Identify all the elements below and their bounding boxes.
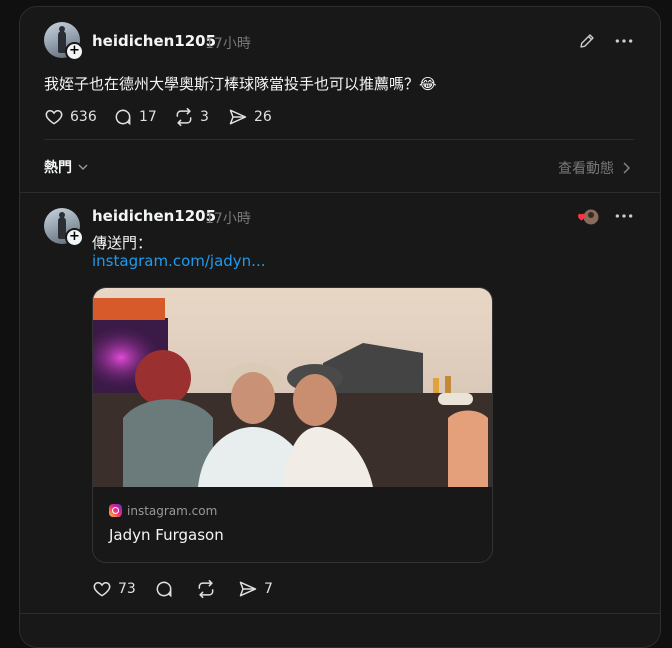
repost-icon [176, 107, 192, 127]
post-time[interactable]: 17小時 [205, 33, 251, 53]
comment-button[interactable]: 17 [113, 107, 157, 127]
comment-button[interactable] [154, 579, 174, 599]
repost-button[interactable]: 3 [174, 107, 209, 127]
like-button[interactable]: 73 [92, 579, 136, 599]
repost-count: 3 [200, 109, 209, 125]
reply-username[interactable]: heidichen1205 [92, 207, 216, 225]
preview-domain: instagram.com [127, 504, 218, 518]
chevron-down-icon [78, 164, 88, 170]
like-count: 73 [118, 581, 136, 597]
share-icon [229, 109, 247, 125]
reply-link[interactable]: instagram.com/jadyn... [92, 252, 265, 270]
share-count: 26 [254, 109, 272, 125]
repost-icon [198, 579, 214, 599]
thread-panel: + heidichen1205 17小時 我姪子也在德州大學奧斯汀棒球隊當投手也… [19, 6, 661, 648]
like-button[interactable]: 636 [44, 107, 97, 127]
comment-icon [115, 109, 131, 126]
like-count: 636 [70, 109, 97, 125]
liked-by-avatar-icon[interactable] [576, 208, 600, 230]
more-icon[interactable] [614, 207, 634, 229]
divider [44, 139, 634, 140]
preview-title: Jadyn Furgason [109, 526, 224, 544]
instagram-icon [109, 504, 122, 517]
heart-icon [93, 581, 111, 597]
reply-time[interactable]: 17小時 [205, 208, 251, 228]
comment-icon [156, 581, 172, 598]
preview-image [93, 288, 492, 487]
heart-icon [45, 109, 63, 125]
post-username[interactable]: heidichen1205 [92, 32, 216, 50]
post-text: 我姪子也在德州大學奧斯汀棒球隊當投手也可以推薦嗎？😂 [44, 75, 437, 93]
bottom-divider [20, 613, 660, 614]
view-activity-label: 查看動態 [558, 161, 614, 177]
more-icon[interactable] [614, 32, 634, 54]
follow-plus-icon[interactable]: + [65, 228, 84, 247]
sort-dropdown[interactable]: 熱門 [44, 157, 88, 177]
comment-count: 17 [139, 109, 157, 125]
sort-label: 熱門 [44, 160, 72, 176]
share-count: 7 [264, 581, 273, 597]
share-icon [239, 581, 257, 597]
repost-button[interactable] [196, 579, 216, 599]
follow-plus-icon[interactable]: + [65, 42, 84, 61]
view-activity-link[interactable]: 查看動態 [558, 158, 630, 178]
pencil-icon[interactable] [578, 32, 596, 54]
chevron-right-icon [623, 162, 630, 174]
share-button[interactable]: 26 [228, 107, 272, 127]
link-preview-card[interactable]: instagram.com Jadyn Furgason [92, 287, 493, 563]
reply-text: 傳送門： [92, 234, 153, 252]
section-divider [20, 192, 660, 193]
share-button[interactable]: 7 [238, 579, 273, 599]
